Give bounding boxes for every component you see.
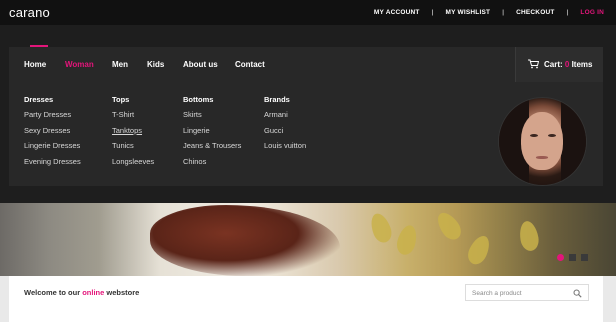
menu-link-party-dresses[interactable]: Party Dresses bbox=[24, 110, 81, 119]
welcome-prefix: Welcome to our bbox=[24, 288, 83, 297]
cart-label: Cart: 0 Items bbox=[544, 60, 592, 69]
menu-column-heading: Bottoms bbox=[183, 95, 214, 104]
menu-link-lingerie[interactable]: Lingerie bbox=[183, 126, 241, 135]
menu-column-brands: Brands Armani Gucci Louis vuitton bbox=[264, 95, 306, 157]
slider-dot-2[interactable] bbox=[569, 254, 576, 261]
slider-dot-3[interactable] bbox=[581, 254, 588, 261]
menu-link-tunics[interactable]: Tunics bbox=[112, 141, 154, 150]
cart-icon bbox=[528, 59, 539, 69]
menu-link-skirts[interactable]: Skirts bbox=[183, 110, 241, 119]
divider: | bbox=[502, 9, 505, 16]
menu-column-heading: Tops bbox=[112, 95, 130, 104]
menu-link-jeans-trousers[interactable]: Jeans & Trousers bbox=[183, 141, 241, 150]
avatar-eye bbox=[548, 134, 556, 137]
avatar-mouth bbox=[536, 156, 548, 159]
nav-item-kids[interactable]: Kids bbox=[147, 60, 164, 69]
menu-feature-image[interactable] bbox=[498, 97, 587, 186]
menu-column-heading: Dresses bbox=[24, 95, 54, 104]
my-account-link[interactable]: MY ACCOUNT bbox=[374, 9, 420, 16]
avatar-hair-right bbox=[561, 98, 586, 185]
logo[interactable]: carano bbox=[9, 5, 50, 20]
nav-item-contact[interactable]: Contact bbox=[235, 60, 265, 69]
search-input[interactable] bbox=[472, 288, 570, 298]
menu-link-t-shirt[interactable]: T-Shirt bbox=[112, 110, 154, 119]
menu-link-gucci[interactable]: Gucci bbox=[264, 126, 306, 135]
nav-item-men[interactable]: Men bbox=[112, 60, 128, 69]
search-box bbox=[465, 284, 589, 301]
menu-link-louis-vuitton[interactable]: Louis vuitton bbox=[264, 141, 306, 150]
checkout-link[interactable]: CHECKOUT bbox=[516, 9, 554, 16]
nav-item-home[interactable]: Home bbox=[24, 60, 46, 69]
menu-link-lingerie-dresses[interactable]: Lingerie Dresses bbox=[24, 141, 81, 150]
menu-column-dresses: Dresses Party Dresses Sexy Dresses Linge… bbox=[24, 95, 81, 172]
avatar-face bbox=[521, 112, 563, 170]
nav-item-about-us[interactable]: About us bbox=[183, 60, 218, 69]
top-bar: carano MY ACCOUNT | MY WISHLIST | CHECKO… bbox=[0, 0, 616, 25]
menu-column-heading: Brands bbox=[264, 95, 290, 104]
divider: | bbox=[431, 9, 434, 16]
menu-link-armani[interactable]: Armani bbox=[264, 110, 306, 119]
cart-button[interactable]: Cart: 0 Items bbox=[515, 47, 603, 82]
cart-text: Cart: bbox=[544, 60, 565, 69]
menu-link-evening-dresses[interactable]: Evening Dresses bbox=[24, 157, 81, 166]
menu-link-longsleeves[interactable]: Longsleeves bbox=[112, 157, 154, 166]
nav-item-woman[interactable]: Woman bbox=[65, 60, 94, 69]
slider-dot-1[interactable] bbox=[557, 254, 564, 261]
welcome-suffix: webstore bbox=[104, 288, 140, 297]
nav-bar: Home Woman Men Kids About us Contact bbox=[9, 47, 515, 82]
menu-link-sexy-dresses[interactable]: Sexy Dresses bbox=[24, 126, 81, 135]
welcome-text: Welcome to our online webstore bbox=[24, 288, 139, 297]
top-links: MY ACCOUNT | MY WISHLIST | CHECKOUT | LO… bbox=[374, 9, 604, 16]
my-wishlist-link[interactable]: MY WISHLIST bbox=[445, 9, 490, 16]
welcome-highlight: online bbox=[82, 288, 105, 297]
slider-dots bbox=[557, 254, 593, 261]
menu-column-tops: Tops T-Shirt Tanktops Tunics Longsleeves bbox=[112, 95, 154, 172]
welcome-bar: Welcome to our online webstore bbox=[9, 276, 603, 322]
menu-column-bottoms: Bottoms Skirts Lingerie Jeans & Trousers… bbox=[183, 95, 241, 172]
menu-link-chinos[interactable]: Chinos bbox=[183, 157, 241, 166]
menu-link-tanktops[interactable]: Tanktops bbox=[112, 126, 154, 135]
search-icon[interactable] bbox=[573, 289, 582, 298]
divider: | bbox=[566, 9, 569, 16]
avatar-eye bbox=[530, 134, 538, 137]
cart-suffix: Items bbox=[569, 60, 593, 69]
login-link[interactable]: LOG IN bbox=[580, 9, 604, 16]
